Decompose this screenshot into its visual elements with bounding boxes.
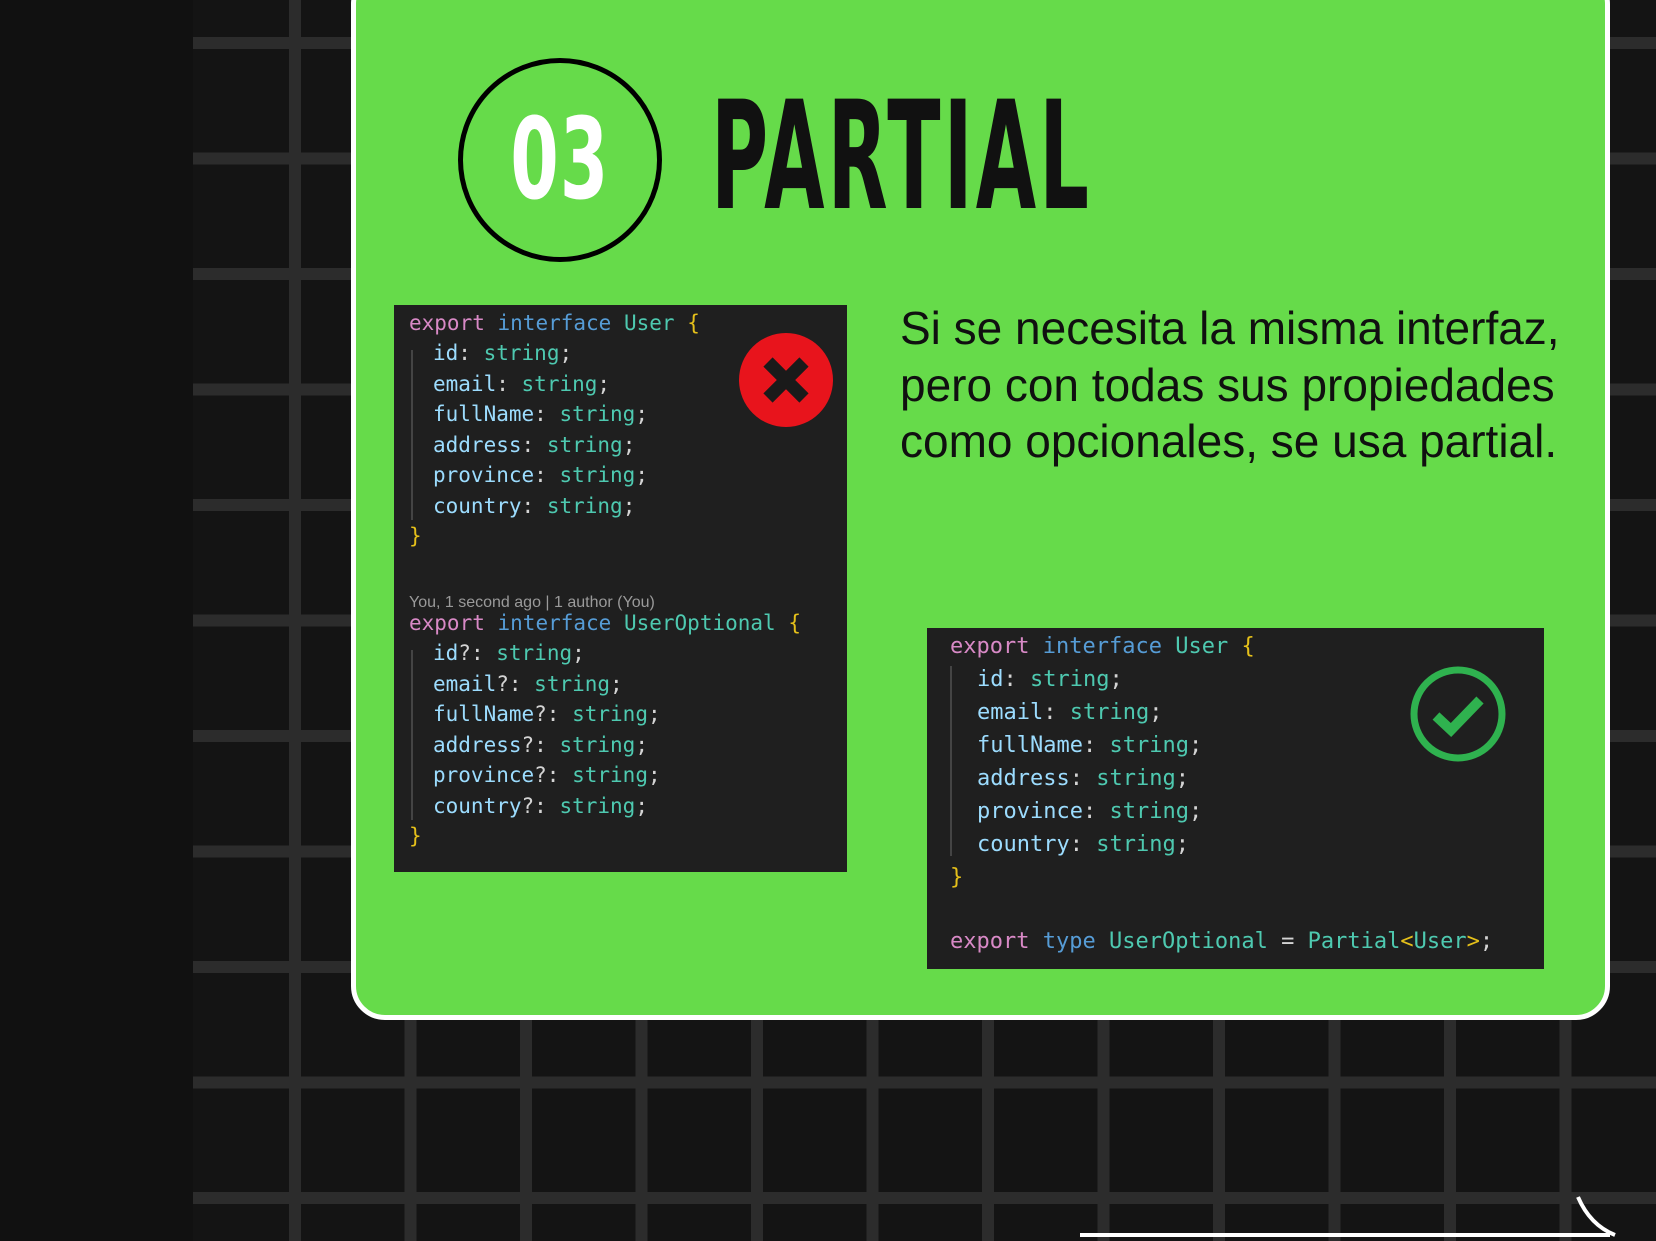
code-line: address: string; xyxy=(433,433,636,457)
code-line: email?: string; xyxy=(433,672,623,696)
code-line: province: string; xyxy=(433,463,648,487)
code-line: export interface User { xyxy=(409,311,700,335)
code-line: address?: string; xyxy=(433,733,648,757)
code-line: fullName?: string; xyxy=(433,702,661,726)
indent-guide xyxy=(411,350,413,520)
code-line: country?: string; xyxy=(433,794,648,818)
indent-guide xyxy=(411,650,413,820)
code-line: export type UserOptional = Partial<User>… xyxy=(950,929,1494,954)
code-line: } xyxy=(409,524,422,548)
arrow-right-icon[interactable] xyxy=(1080,1195,1640,1241)
code-line: id: string; xyxy=(977,667,1123,692)
indent-guide xyxy=(950,666,952,856)
code-line: } xyxy=(409,824,422,848)
step-number: 03 xyxy=(510,95,610,225)
code-line: province?: string; xyxy=(433,763,661,787)
slide-title: PARTIAL xyxy=(711,70,1093,244)
step-number-badge: 03 xyxy=(458,58,662,262)
code-line: id: string; xyxy=(433,341,573,365)
code-line: } xyxy=(950,865,964,890)
x-circle-icon xyxy=(739,333,833,427)
code-line: fullName: string; xyxy=(433,402,648,426)
code-line: export interface User { xyxy=(950,634,1255,659)
code-line: address: string; xyxy=(977,766,1189,791)
code-line: country: string; xyxy=(977,832,1189,857)
check-circle-icon xyxy=(1410,666,1506,762)
code-line: email: string; xyxy=(433,372,611,396)
code-line: id?: string; xyxy=(433,641,585,665)
code-line: province: string; xyxy=(977,799,1203,824)
description-text: Si se necesita la misma interfaz, pero c… xyxy=(900,302,1560,467)
code-line: email: string; xyxy=(977,700,1163,725)
code-line: fullName: string; xyxy=(977,733,1203,758)
code-line: country: string; xyxy=(433,494,636,518)
code-line: export interface UserOptional { xyxy=(409,611,801,635)
